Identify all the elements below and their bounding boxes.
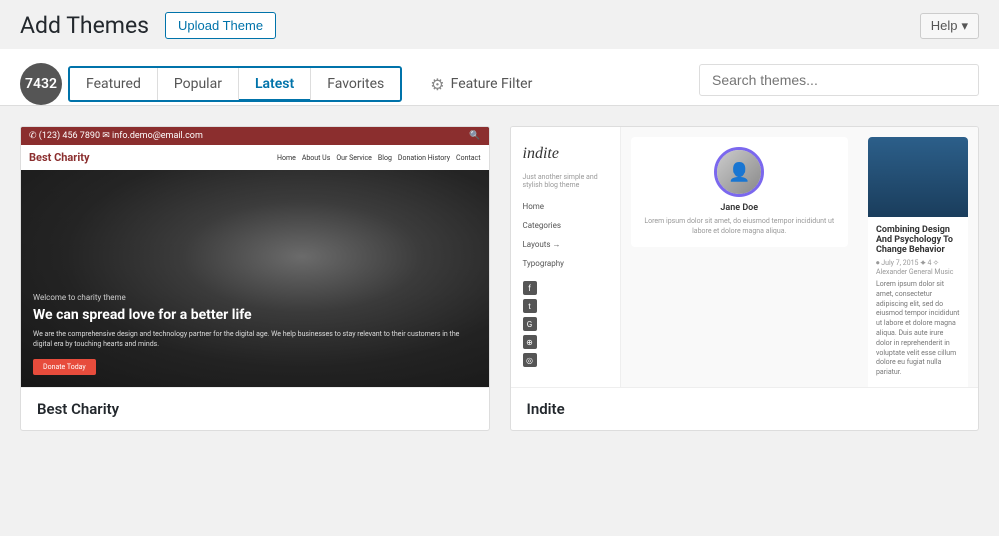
facebook-icon: f <box>523 281 537 295</box>
indite-nav-home: Home <box>511 197 620 216</box>
feature-filter-button[interactable]: ⚙ Feature Filter <box>418 67 544 102</box>
bc-hero-btn: Donate Today <box>33 359 96 375</box>
bc-hero: Welcome to charity theme We can spread l… <box>21 170 489 387</box>
themes-grid: ✆ (123) 456 7890 ✉ info.demo@email.com 🔍… <box>0 106 999 451</box>
theme-count-badge: 7432 <box>20 63 62 105</box>
bc-hero-body: We are the comprehensive design and tech… <box>33 330 477 350</box>
theme-card-indite[interactable]: indite Just another simple and stylish b… <box>510 126 980 431</box>
indite-sidebar: indite Just another simple and stylish b… <box>511 127 621 387</box>
bc-contact-info: ✆ (123) 456 7890 ✉ info.demo@email.com <box>29 131 203 141</box>
indite-profile-desc: Lorem ipsum dolor sit amet, do eiusmod t… <box>641 217 839 237</box>
theme-preview-indite: indite Just another simple and stylish b… <box>511 127 979 387</box>
search-bar-wrapper <box>699 64 979 104</box>
help-button[interactable]: Help ▾ <box>920 13 979 39</box>
tab-featured[interactable]: Featured <box>70 68 158 100</box>
theme-card-footer-best-charity: Best Charity <box>21 387 489 430</box>
indite-avatar: 👤 <box>714 147 764 197</box>
indite-article-meta: ⏺ July 7, 2015 ✦ 4 ✧ Alexander General M… <box>876 259 960 276</box>
tabs-navigation: Featured Popular Latest Favorites <box>68 66 402 102</box>
theme-card-best-charity[interactable]: ✆ (123) 456 7890 ✉ info.demo@email.com 🔍… <box>20 126 490 431</box>
indite-nav-categories: Categories <box>511 216 620 235</box>
bc-top-bar: ✆ (123) 456 7890 ✉ info.demo@email.com 🔍 <box>21 127 489 145</box>
theme-name-best-charity: Best Charity <box>37 400 473 418</box>
indite-article-area: Combining Design And Psychology To Chang… <box>858 127 978 387</box>
indite-nav-layouts: Layouts → <box>511 235 620 254</box>
feature-filter-label: Feature Filter <box>451 76 533 92</box>
google-icon: G <box>523 317 537 331</box>
bc-nav-about: About Us <box>302 154 331 162</box>
bc-hero-title: We can spread love for a better life <box>33 306 477 324</box>
indite-profile-name: Jane Doe <box>641 203 839 213</box>
bc-nav-links: Home About Us Our Service Blog Donation … <box>277 154 481 162</box>
indite-logo-sub: Just another simple and stylish blog the… <box>511 171 620 197</box>
indite-article-body: Combining Design And Psychology To Chang… <box>868 217 968 386</box>
indite-article-image <box>868 137 968 217</box>
theme-card-footer-indite: Indite <box>511 387 979 430</box>
bc-nav-home: Home <box>277 154 296 162</box>
indite-profile-card: 👤 Jane Doe Lorem ipsum dolor sit amet, d… <box>631 137 849 247</box>
theme-name-indite: Indite <box>527 400 963 418</box>
indite-article-text: Lorem ipsum dolor sit amet, consectetur … <box>876 280 960 378</box>
tab-latest[interactable]: Latest <box>239 68 311 100</box>
indite-social-icons: f t G ⊕ ◎ <box>511 273 620 375</box>
bc-nav-service: Our Service <box>336 154 372 162</box>
bc-nav-donation: Donation History <box>398 154 450 162</box>
bc-search-icon: 🔍 <box>469 131 480 141</box>
bc-nav-blog: Blog <box>378 154 392 162</box>
indite-logo: indite <box>511 137 620 171</box>
indite-read-more: Continue reading... <box>868 386 968 387</box>
chevron-down-icon: ▾ <box>961 18 968 34</box>
tab-favorites[interactable]: Favorites <box>311 68 400 100</box>
help-label: Help <box>931 18 958 33</box>
gear-icon: ⚙ <box>430 75 444 94</box>
circle-icon: ◎ <box>523 353 537 367</box>
bc-hero-content: Welcome to charity theme We can spread l… <box>33 293 477 375</box>
bc-nav: Best Charity Home About Us Our Service B… <box>21 145 489 170</box>
bc-hero-subtitle: Welcome to charity theme <box>33 293 477 302</box>
plus-icon: ⊕ <box>523 335 537 349</box>
page-title: Add Themes <box>20 12 149 39</box>
indite-main-content: 👤 Jane Doe Lorem ipsum dolor sit amet, d… <box>621 127 859 387</box>
tab-popular[interactable]: Popular <box>158 68 239 100</box>
bc-nav-contact: Contact <box>456 154 480 162</box>
avatar-image: 👤 <box>717 150 761 194</box>
twitter-icon: t <box>523 299 537 313</box>
bc-nav-logo: Best Charity <box>29 151 273 164</box>
indite-article-card: Combining Design And Psychology To Chang… <box>868 137 968 387</box>
indite-nav-typography: Typography <box>511 254 620 273</box>
search-input[interactable] <box>699 64 979 96</box>
theme-preview-best-charity: ✆ (123) 456 7890 ✉ info.demo@email.com 🔍… <box>21 127 489 387</box>
indite-article-title: Combining Design And Psychology To Chang… <box>876 225 960 255</box>
upload-theme-button[interactable]: Upload Theme <box>165 12 276 39</box>
tab-bar: 7432 Featured Popular Latest Favorites ⚙… <box>0 49 999 106</box>
